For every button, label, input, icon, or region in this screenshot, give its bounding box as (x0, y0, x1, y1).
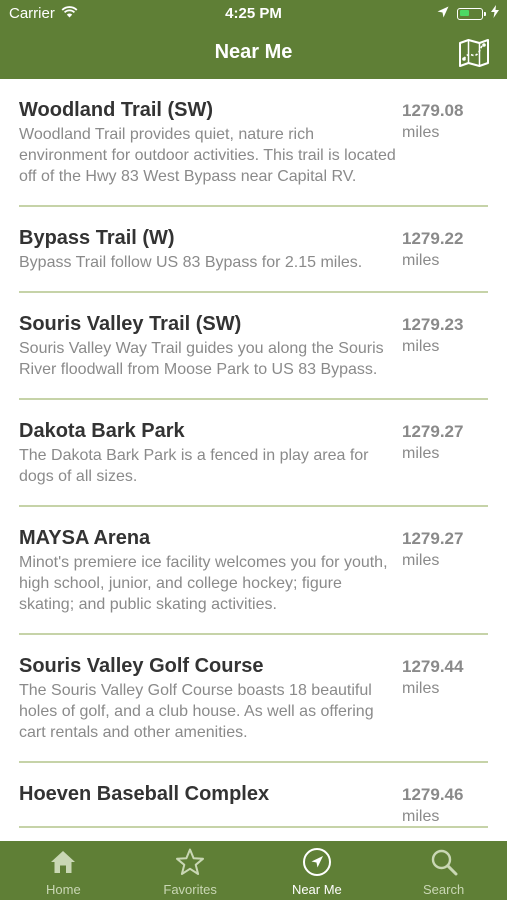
place-name: Woodland Trail (SW) (19, 99, 214, 121)
place-name: Hoeven Baseball Complex (19, 783, 270, 805)
distance-unit: miles (402, 252, 440, 269)
status-bar: Carrier 4:25 PM (0, 0, 507, 28)
charging-icon (491, 5, 499, 22)
navigation-bar: Near Me (0, 28, 507, 79)
tab-label: Near Me (291, 882, 342, 897)
distance-value: 1279.44 (402, 657, 464, 676)
distance-value: 1279.27 (402, 422, 464, 441)
distance-unit: miles (402, 552, 440, 569)
distance-unit: miles (402, 680, 440, 697)
place-name: Souris Valley Golf Course (19, 655, 264, 677)
place-distance: 1279.22 miles (402, 228, 482, 271)
battery-icon (457, 7, 486, 20)
distance-unit: miles (402, 338, 440, 355)
place-distance: 1279.08 miles (402, 100, 482, 143)
place-description: Minot's premiere ice facility welcomes y… (19, 554, 388, 613)
place-description: Souris Valley Way Trail guides you along… (19, 340, 384, 378)
location-arrow-icon (302, 847, 332, 877)
battery-level (459, 10, 469, 16)
distance-unit: miles (402, 124, 440, 141)
app-screen: Carrier 4:25 PM Near Me Woodland Trail (… (0, 0, 507, 900)
place-description: Woodland Trail provides quiet, nature ri… (19, 126, 396, 185)
distance-unit: miles (402, 808, 440, 825)
places-list[interactable]: Woodland Trail (SW) Woodland Trail provi… (0, 79, 507, 841)
place-description: The Dakota Bark Park is a fenced in play… (19, 447, 369, 485)
distance-value: 1279.46 (402, 785, 464, 804)
tab-search[interactable]: Search (380, 841, 507, 900)
page-title: Near Me (214, 41, 293, 63)
list-item[interactable]: MAYSA Arena Minot's premiere ice facilit… (19, 507, 488, 635)
clock: 4:25 PM (225, 5, 282, 22)
star-icon (175, 847, 205, 877)
place-distance: 1279.46 miles (402, 784, 482, 827)
list-item[interactable]: Hoeven Baseball Complex 1279.46 miles (19, 763, 488, 828)
distance-value: 1279.22 (402, 229, 464, 248)
place-distance: 1279.27 miles (402, 528, 482, 571)
search-icon (430, 847, 458, 877)
place-name: MAYSA Arena (19, 527, 151, 549)
place-description: The Souris Valley Golf Course boasts 18 … (19, 682, 374, 741)
location-services-icon (437, 5, 449, 22)
map-view-button[interactable] (457, 37, 491, 69)
list-item[interactable]: Woodland Trail (SW) Woodland Trail provi… (19, 79, 488, 207)
tab-favorites[interactable]: Favorites (127, 841, 254, 900)
distance-unit: miles (402, 445, 440, 462)
place-name: Souris Valley Trail (SW) (19, 313, 242, 335)
place-description: Bypass Trail follow US 83 Bypass for 2.1… (19, 254, 363, 271)
tab-bar: Home Favorites Near Me Search (0, 841, 507, 900)
place-distance: 1279.23 miles (402, 314, 482, 357)
tab-near-me[interactable]: Near Me (254, 841, 381, 900)
home-icon (50, 847, 76, 877)
tab-label: Favorites (163, 882, 217, 897)
list-item[interactable]: Souris Valley Golf Course The Souris Val… (19, 635, 488, 763)
list-item[interactable]: Souris Valley Trail (SW) Souris Valley W… (19, 293, 488, 400)
place-distance: 1279.44 miles (402, 656, 482, 699)
tab-label: Home (46, 882, 81, 897)
list-item[interactable]: Bypass Trail (W) Bypass Trail follow US … (19, 207, 488, 293)
distance-value: 1279.08 (402, 101, 464, 120)
distance-value: 1279.27 (402, 529, 464, 548)
place-distance: 1279.27 miles (402, 421, 482, 464)
place-name: Dakota Bark Park (19, 420, 185, 442)
list-item[interactable]: Dakota Bark Park The Dakota Bark Park is… (19, 400, 488, 507)
tab-home[interactable]: Home (0, 841, 127, 900)
status-right (437, 5, 499, 22)
distance-value: 1279.23 (402, 315, 464, 334)
tab-label: Search (423, 882, 465, 897)
map-icon (459, 39, 489, 67)
place-name: Bypass Trail (W) (19, 227, 175, 249)
